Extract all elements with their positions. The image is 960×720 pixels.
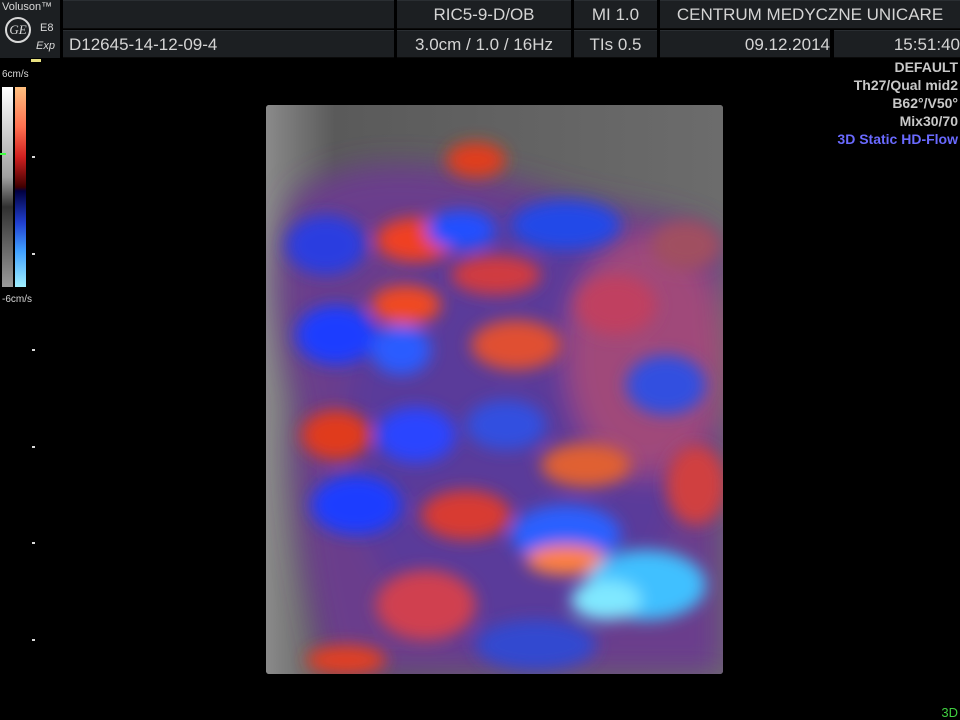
mode-label: 3D Static HD-Flow bbox=[837, 131, 958, 147]
brand-model: E8 bbox=[40, 22, 54, 34]
mi-label: MI 1.0 bbox=[574, 0, 657, 29]
tis-label: TIs 0.5 bbox=[574, 30, 657, 58]
patient-id: D12645-14-12-09-4 bbox=[63, 30, 394, 58]
depth-tick bbox=[32, 542, 35, 544]
header-blank-cell bbox=[63, 0, 394, 29]
header-bar: Voluson™ GE E8 Exp RIC5-9-D/OB MI 1.0 CE… bbox=[0, 0, 960, 58]
depth-marker bbox=[31, 59, 41, 62]
angles-label: B62°/V50° bbox=[892, 95, 958, 111]
brand-name: Voluson™ bbox=[2, 1, 53, 13]
grayscale-bar bbox=[2, 87, 13, 287]
quality-label: Th27/Qual mid2 bbox=[853, 77, 958, 93]
velocity-scale-min: -6cm/s bbox=[2, 294, 32, 305]
depth-info: 3.0cm / 1.0 / 16Hz bbox=[397, 30, 571, 58]
volume-render-image[interactable] bbox=[266, 105, 723, 674]
depth-tick bbox=[32, 639, 35, 641]
institution-label: CENTRUM MEDYCZNE UNICARE bbox=[660, 0, 960, 29]
velocity-color-bar bbox=[15, 87, 26, 287]
brand-edition: Exp bbox=[36, 40, 55, 52]
time-label: 15:51:40 bbox=[834, 30, 960, 58]
imaging-params: DEFAULT Th27/Qual mid2 B62°/V50° Mix30/7… bbox=[837, 58, 958, 148]
preset-label: DEFAULT bbox=[894, 59, 958, 75]
view-mode-indicator: 3D bbox=[941, 705, 958, 720]
baseline-marker bbox=[0, 153, 6, 155]
date-label: 09.12.2014 bbox=[660, 30, 830, 58]
depth-tick bbox=[32, 156, 35, 158]
mix-label: Mix30/70 bbox=[899, 113, 958, 129]
depth-tick bbox=[32, 446, 35, 448]
logo-text: GE bbox=[9, 22, 27, 37]
brand-block: Voluson™ GE E8 Exp bbox=[0, 0, 60, 58]
depth-tick bbox=[32, 349, 35, 351]
depth-tick bbox=[32, 253, 35, 255]
hd-flow-render bbox=[266, 105, 723, 674]
ge-logo-icon: GE bbox=[5, 17, 31, 43]
probe-label: RIC5-9-D/OB bbox=[397, 0, 571, 29]
velocity-scale-max: 6cm/s bbox=[2, 69, 29, 80]
